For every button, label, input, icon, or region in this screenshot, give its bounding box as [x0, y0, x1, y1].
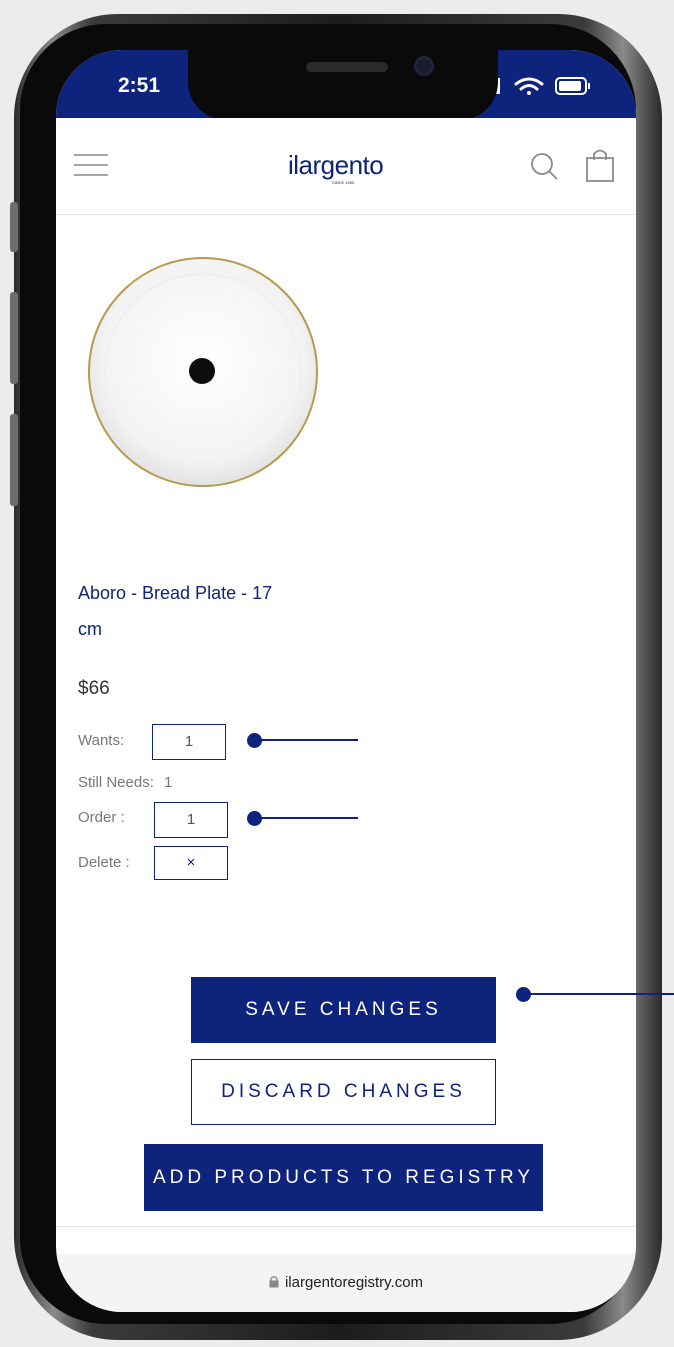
discard-changes-button[interactable]: DISCARD CHANGES: [191, 1059, 496, 1125]
lock-icon: [269, 1275, 279, 1292]
save-changes-button[interactable]: SAVE CHANGES: [191, 977, 496, 1043]
wants-quantity-input[interactable]: 1: [152, 724, 226, 760]
volume-up-button: [10, 292, 18, 384]
add-products-to-registry-button[interactable]: ADD PRODUCTS TO REGISTRY: [144, 1144, 543, 1211]
url-text: ilargentoregistry.com: [284, 1274, 424, 1291]
status-icons: [496, 74, 616, 98]
wants-label: Wants:: [78, 732, 125, 749]
shopping-bag-icon[interactable]: [586, 148, 614, 182]
site-header: ilargento SINCE 1950: [56, 118, 636, 215]
product-title-line-2: cm: [78, 619, 102, 639]
annotation-line-wants: [255, 739, 358, 741]
status-time: 2:51: [118, 74, 161, 97]
product-title-line-1: Aboro - Bread Plate - 17: [78, 583, 273, 603]
still-needs-value: 1: [164, 774, 173, 791]
browser-url-bar[interactable]: ilargentoregistry.com: [56, 1254, 636, 1312]
still-needs-label: Still Needs: 1: [78, 774, 172, 791]
mute-switch: [10, 202, 18, 252]
notch: [188, 50, 498, 120]
product-title[interactable]: Aboro - Bread Plate - 17 cm: [78, 575, 348, 647]
volume-down-button: [10, 414, 18, 506]
order-quantity-input[interactable]: 1: [154, 802, 228, 838]
status-bar: 2:51: [56, 50, 636, 120]
brand-logo-subtitle: SINCE 1950: [332, 180, 355, 185]
order-label: Order :: [78, 809, 125, 826]
hamburger-menu-icon[interactable]: [74, 152, 108, 178]
delete-button[interactable]: ×: [154, 846, 228, 880]
wifi-icon: [514, 77, 544, 95]
delete-label: Delete :: [78, 854, 130, 871]
phone-screen: 2:51 ilargento SINCE 1950 Aboro - Bread …: [56, 50, 636, 1312]
front-camera: [414, 56, 434, 76]
annotation-line-save: [524, 993, 674, 995]
annotation-line-order: [255, 817, 358, 819]
speaker-grille: [306, 62, 388, 72]
footer-divider: [56, 1226, 636, 1227]
search-icon[interactable]: [530, 152, 560, 182]
still-needs-text: Still Needs:: [78, 774, 154, 791]
brand-logo[interactable]: ilargento: [288, 150, 384, 181]
product-price: $66: [78, 678, 110, 699]
bread-plate-image[interactable]: [86, 255, 320, 489]
url-display: ilargentoregistry.com: [56, 1274, 636, 1292]
battery-icon: [555, 77, 590, 95]
